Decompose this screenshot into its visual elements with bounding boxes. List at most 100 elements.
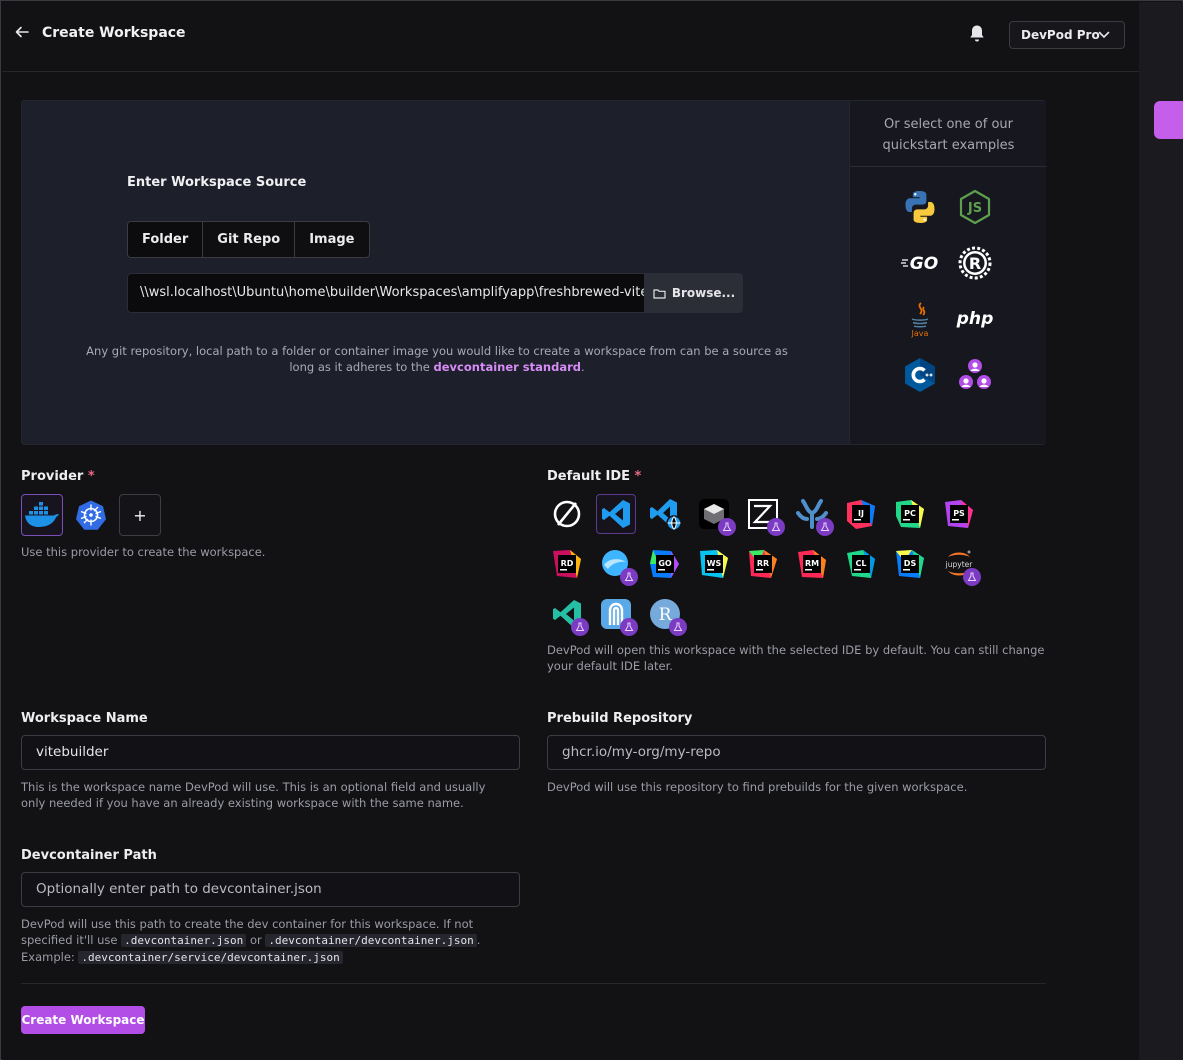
nodejs-icon[interactable]: JS [955, 187, 995, 227]
devcontainer-path-help: DevPod will use this path to create the … [21, 916, 521, 966]
folder-icon [653, 288, 666, 299]
add-provider-button[interactable]: + [119, 494, 161, 536]
ide-none[interactable] [547, 494, 587, 534]
workspace-source-label: Enter Workspace Source [127, 175, 307, 190]
goland-text: GO [658, 559, 672, 568]
required-mark: * [87, 469, 95, 484]
prebuild-repo-label: Prebuild Repository [547, 711, 693, 726]
top-bar: Create Workspace DevPod Pro [2, 2, 1139, 72]
chevron-down-icon [1098, 31, 1110, 39]
beta-badge-icon [571, 618, 589, 636]
svg-text:JS: JS [967, 201, 982, 216]
beta-badge-icon [620, 618, 638, 636]
ide-vscode-insiders[interactable] [547, 594, 589, 636]
go-icon[interactable]: GO [900, 243, 940, 283]
ide-webstorm[interactable]: WS [694, 544, 734, 584]
dataspell-icon: DS [896, 550, 924, 578]
browse-button[interactable]: Browse... [645, 273, 743, 313]
tab-git-repo[interactable]: Git Repo [203, 222, 296, 257]
source-path-input[interactable]: \\wsl.localhost\Ubuntu\home\builder\Work… [127, 273, 645, 313]
clion-text: CL [856, 559, 867, 568]
rustrover-text: RR [757, 559, 769, 568]
webstorm-text: WS [707, 559, 722, 568]
php-icon[interactable]: php [955, 299, 995, 339]
ide-positron[interactable] [792, 494, 834, 536]
none-icon [553, 500, 581, 528]
python-icon[interactable] [900, 187, 940, 227]
beta-badge-icon [620, 568, 638, 586]
devcontainer-path-input[interactable]: Optionally enter path to devcontainer.js… [21, 872, 520, 907]
workspace-name-input[interactable]: vitebuilder [21, 735, 520, 770]
rustrover-icon: RR [749, 550, 777, 578]
devcontainer-example-label: Example: [21, 950, 79, 964]
code-snippet: .devcontainer.json [121, 934, 247, 947]
ide-rustrover[interactable]: RR [743, 544, 783, 584]
rider-icon: RD [553, 550, 581, 578]
ide-openvscode[interactable] [694, 494, 736, 536]
provider-docker[interactable] [21, 494, 63, 536]
phpstorm-icon: PS [945, 500, 973, 528]
prebuild-repo-input[interactable]: ghcr.io/my-org/my-repo [547, 735, 1046, 770]
ide-jupyter[interactable]: jupyter [939, 544, 981, 586]
prebuild-repo-help: DevPod will use this repository to find … [547, 780, 968, 794]
rust-icon[interactable]: R [955, 243, 995, 283]
ide-phpstorm[interactable]: PS [939, 494, 979, 534]
ide-intellij[interactable]: IJ [841, 494, 881, 534]
sidebar-toggle-tab[interactable] [1154, 101, 1183, 139]
go-text: GO [910, 254, 938, 274]
code-snippet: .devcontainer/devcontainer.json [265, 934, 477, 947]
main-content: Create Workspace DevPod Pro Enter Worksp… [2, 2, 1139, 1060]
ide-rstudio[interactable]: R [645, 594, 687, 636]
workspace-source-panel: Enter Workspace Source Folder Git Repo I… [21, 100, 1047, 445]
pycharm-icon: PC [896, 500, 924, 528]
ide-help: DevPod will open this workspace with the… [547, 643, 1045, 673]
java-icon[interactable]: Java [900, 299, 940, 339]
clion-icon: CL [847, 550, 875, 578]
ide-cursor[interactable] [596, 594, 638, 636]
ide-rider[interactable]: RD [547, 544, 587, 584]
devcontainer-standard-link[interactable]: devcontainer standard [434, 360, 581, 374]
quickstart-panel: Or select one of our quickstart examples… [849, 101, 1047, 444]
community-icon[interactable] [955, 355, 995, 395]
ide-vscode[interactable] [596, 494, 636, 534]
quickstart-title: Or select one of our quickstart examples [850, 114, 1047, 167]
kubernetes-icon [76, 500, 106, 530]
back-arrow-icon[interactable] [14, 24, 34, 44]
source-type-tabs: Folder Git Repo Image [127, 221, 370, 258]
ide-zed[interactable] [743, 494, 785, 536]
provider-kubernetes[interactable] [70, 494, 112, 536]
beta-badge-icon [718, 518, 736, 536]
create-workspace-button[interactable]: Create Workspace [21, 1006, 145, 1034]
beta-badge-icon [669, 618, 687, 636]
tab-folder[interactable]: Folder [128, 222, 204, 257]
app-window: Create Workspace DevPod Pro Enter Worksp… [0, 0, 1183, 1060]
beta-badge-icon [816, 518, 834, 536]
beta-badge-icon [963, 568, 981, 586]
tab-image[interactable]: Image [295, 222, 368, 257]
source-help: Any git repository, local path to a fold… [82, 343, 792, 375]
ide-pycharm[interactable]: PC [890, 494, 930, 534]
workspace-name-help: This is the workspace name DevPod will u… [21, 780, 486, 810]
webstorm-icon: WS [700, 550, 728, 578]
ide-goland[interactable]: GO [645, 544, 685, 584]
dataspell-text: DS [904, 559, 917, 568]
ide-rubymine[interactable]: RM [792, 544, 832, 584]
pro-dropdown[interactable]: DevPod Pro [1009, 21, 1125, 49]
ide-fleet[interactable] [596, 544, 638, 586]
rider-text: RD [561, 559, 574, 568]
bell-icon[interactable] [968, 24, 988, 46]
pycharm-text: PC [904, 509, 916, 518]
code-snippet: .devcontainer/service/devcontainer.json [78, 951, 343, 964]
rubymine-icon: RM [798, 550, 826, 578]
provider-help: Use this provider to create the workspac… [21, 545, 266, 559]
svg-text:R: R [969, 254, 981, 273]
intellij-icon: IJ [847, 500, 875, 529]
java-text: Java [911, 329, 929, 338]
ide-vscode-browser[interactable] [645, 494, 685, 534]
ide-dataspell[interactable]: DS [890, 544, 930, 584]
cpp-icon[interactable] [900, 355, 940, 395]
ide-clion[interactable]: CL [841, 544, 881, 584]
intellij-text: IJ [858, 509, 864, 518]
docker-icon [25, 502, 59, 527]
vscode-browser-icon [650, 499, 682, 531]
